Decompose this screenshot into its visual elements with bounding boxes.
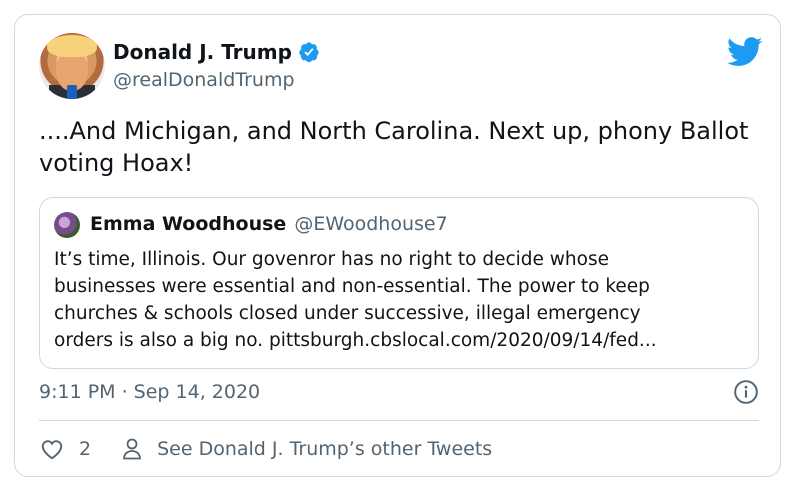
quoted-author-name[interactable]: Emma Woodhouse xyxy=(90,212,286,236)
quoted-author-row: Emma Woodhouse @EWoodhouse7 xyxy=(90,212,448,236)
quoted-tweet-text: It’s time, Illinois. Our govenror has no… xyxy=(54,249,657,351)
person-icon[interactable] xyxy=(121,437,143,461)
divider xyxy=(39,420,759,421)
author-name[interactable]: Donald J. Trump xyxy=(113,41,292,63)
quoted-tweet[interactable]: Emma Woodhouse @EWoodhouse7 It’s time, I… xyxy=(39,197,759,369)
verified-badge-icon xyxy=(299,42,319,63)
tweet-text: ....And Michigan, and North Carolina. Ne… xyxy=(39,117,749,177)
tweet-actions: 2 See Donald J. Trump’s other Tweets xyxy=(39,436,492,462)
author-avatar[interactable] xyxy=(39,33,105,99)
tweet-timestamp[interactable]: 9:11 PM · Sep 14, 2020 xyxy=(39,380,260,404)
tweet-embed-card: Donald J. Trump @realDonaldTrump ....And… xyxy=(14,14,781,477)
see-other-tweets-link[interactable]: See Donald J. Trump’s other Tweets xyxy=(157,438,492,460)
author-name-row[interactable]: Donald J. Trump xyxy=(113,41,320,63)
quoted-author-avatar[interactable] xyxy=(54,212,80,238)
info-icon[interactable] xyxy=(733,379,759,405)
twitter-bird-icon[interactable] xyxy=(727,37,763,67)
author-handle[interactable]: @realDonaldTrump xyxy=(113,69,295,91)
heart-icon[interactable] xyxy=(39,436,65,462)
like-count[interactable]: 2 xyxy=(79,438,91,460)
quoted-author-handle[interactable]: @EWoodhouse7 xyxy=(294,212,447,236)
